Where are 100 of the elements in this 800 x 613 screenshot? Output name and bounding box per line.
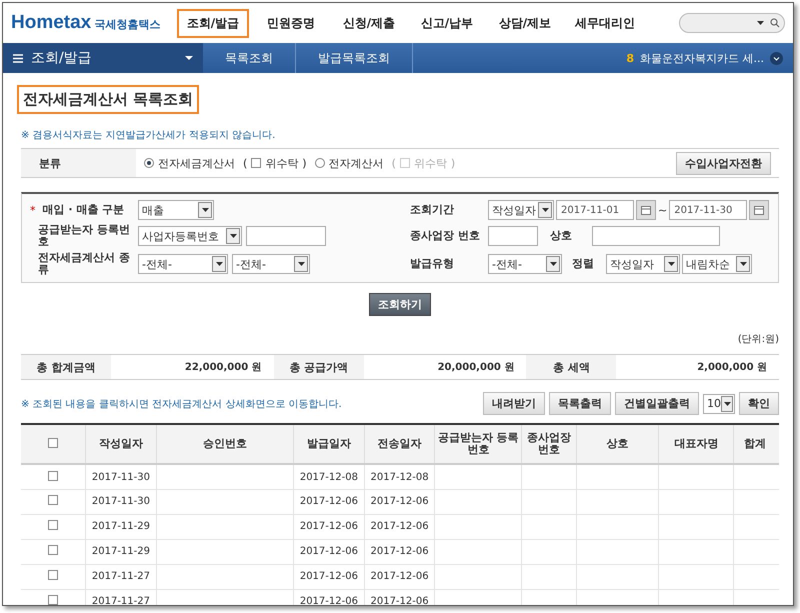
table-cell: 2017-12-06 — [364, 514, 435, 540]
field-label: 분류 — [21, 149, 136, 177]
total-value: 22,000,000 원 — [184, 361, 263, 376]
confirm-button[interactable]: 확인 — [739, 392, 779, 416]
table-cell: 2017-11-27 — [86, 564, 156, 590]
nav-tab[interactable]: 조회/발급 — [177, 8, 249, 38]
checkbox[interactable] — [48, 570, 58, 580]
dropdown[interactable]: -전체- — [232, 254, 310, 274]
notice-count: 8 — [626, 52, 634, 64]
action-button[interactable]: 내려받기 — [483, 392, 545, 416]
nav-tab[interactable]: 신고/납부 — [411, 8, 483, 38]
field-label: 전자세금계산서 종류 — [37, 252, 131, 276]
checkbox[interactable] — [48, 545, 58, 556]
checkbox[interactable] — [48, 470, 58, 481]
menu-bar[interactable]: 조회/발급 — [3, 43, 203, 73]
input-field[interactable] — [246, 226, 326, 246]
date-field[interactable]: 2017-11-30 — [669, 200, 748, 220]
field-label: 조회기간 — [409, 204, 455, 216]
column-header: 종사업장 번호 — [522, 424, 576, 464]
bracket: ) — [302, 156, 307, 170]
table-cell: 2017-11-30 — [86, 464, 156, 490]
dropdown[interactable]: 사업자등록번호 — [138, 226, 242, 246]
table-cell: 2017-12-06 — [294, 589, 364, 605]
column-header: 합계 — [734, 424, 779, 464]
logo[interactable]: Hometax — [11, 12, 92, 34]
menu-icon[interactable] — [13, 54, 23, 62]
table-cell: 2017-12-06 — [364, 489, 435, 514]
column-header: 승인번호 — [156, 424, 294, 464]
calendar-icon[interactable] — [636, 200, 656, 220]
radio-label: 전자계산서 — [328, 156, 384, 170]
field-label: 정렬 — [571, 258, 595, 270]
column-header: 대표자명 — [658, 424, 734, 464]
nav-tab[interactable]: 민원증명 — [255, 8, 327, 38]
bracket: ( — [392, 156, 396, 170]
table-cell: 2017-12-06 — [294, 514, 364, 540]
table-cell: 2017-11-29 — [86, 514, 156, 540]
table-cell: 2017-12-06 — [294, 539, 364, 564]
caret-icon — [230, 234, 236, 238]
column-header: 전송일자 — [364, 424, 435, 464]
nav-tab[interactable]: 상담/제보 — [489, 8, 561, 38]
dropdown[interactable]: 매출 — [138, 200, 214, 220]
date-field[interactable]: 2017-11-01 — [556, 200, 634, 220]
radio-label: 전자세금계산서 — [158, 156, 235, 170]
search-button[interactable]: 조회하기 — [369, 293, 431, 316]
checkbox-label: 위수탁 — [265, 156, 298, 170]
total-label: 총 세액 — [526, 355, 616, 380]
calendar-icon[interactable] — [749, 200, 770, 220]
caret-icon — [542, 208, 548, 212]
field-label: 종사업장 번호 — [409, 230, 481, 242]
unit-label: (단위:원) — [736, 333, 779, 346]
table-cell: 2017-12-06 — [364, 589, 435, 605]
dropdown[interactable]: -전체- — [138, 254, 228, 274]
field-label: 공급받는자 등록번호 — [37, 224, 131, 248]
logo-subtitle: 국세청홈택스 — [94, 17, 160, 33]
menu-title: 조회/발급 — [31, 49, 93, 67]
field-label: 매입 · 매출 구분 — [42, 204, 124, 216]
total-value: 2,000,000 원 — [696, 361, 768, 376]
breadcrumb[interactable]: 목록조회 — [203, 43, 296, 73]
total-label: 총 합계금액 — [21, 355, 111, 380]
caret-icon — [185, 56, 193, 60]
action-button[interactable]: 목록출력 — [549, 392, 611, 416]
dropdown[interactable]: 내림차순 — [682, 254, 752, 274]
checkbox[interactable] — [48, 520, 58, 530]
input-field[interactable] — [488, 226, 538, 246]
notice-text: ※ 겸용서식자료는 지연발급가산세가 적용되지 않습니다. — [21, 129, 276, 142]
radio-button[interactable] — [314, 158, 325, 168]
search-field[interactable] — [679, 13, 785, 33]
table-cell: 2017-12-08 — [294, 464, 364, 490]
radio-button[interactable] — [144, 158, 154, 168]
input-field[interactable] — [592, 226, 720, 246]
bracket: ) — [450, 156, 456, 170]
table-cell: 2017-11-29 — [86, 539, 156, 564]
dropdown[interactable]: -전체- — [488, 254, 562, 274]
nav-tab[interactable]: 신청/제출 — [333, 8, 405, 38]
field-label: 발급유형 — [409, 258, 455, 270]
chevron-down-icon[interactable] — [770, 52, 783, 64]
table-cell: 2017-12-08 — [364, 464, 435, 490]
checkbox[interactable] — [251, 158, 262, 168]
bracket: ( — [243, 156, 248, 170]
notice-text: ※ 조회된 내용을 클릭하시면 전자세금계산서 상세화면으로 이동합니다. — [21, 398, 342, 411]
dropdown[interactable]: 10 — [703, 394, 735, 414]
checkbox[interactable] — [48, 438, 58, 448]
table-cell: 2017-12-06 — [364, 539, 435, 564]
nav-tab[interactable]: 세무대리인 — [567, 8, 643, 38]
breadcrumb[interactable]: 발급목록조회 — [296, 43, 413, 73]
total-value: 20,000,000 원 — [436, 361, 516, 376]
checkbox[interactable] — [48, 495, 58, 506]
notice-text[interactable]: 화물운전자복지카드 세... — [640, 50, 764, 66]
table-cell: 2017-11-30 — [86, 489, 156, 514]
search-icon[interactable] — [770, 18, 780, 28]
caret-icon — [550, 262, 556, 266]
dropdown[interactable]: 작성일자 — [606, 254, 680, 274]
caret-icon — [740, 262, 746, 266]
action-button[interactable]: 건별일괄출력 — [615, 392, 699, 416]
dropdown[interactable]: 작성일자 — [488, 200, 554, 220]
column-header: 발급일자 — [294, 424, 364, 464]
checkbox[interactable] — [48, 595, 58, 605]
table-cell: 2017-11-27 — [86, 589, 156, 605]
importer-switch-button[interactable]: 수입사업자전환 — [676, 152, 771, 174]
required-mark: * — [30, 204, 36, 216]
